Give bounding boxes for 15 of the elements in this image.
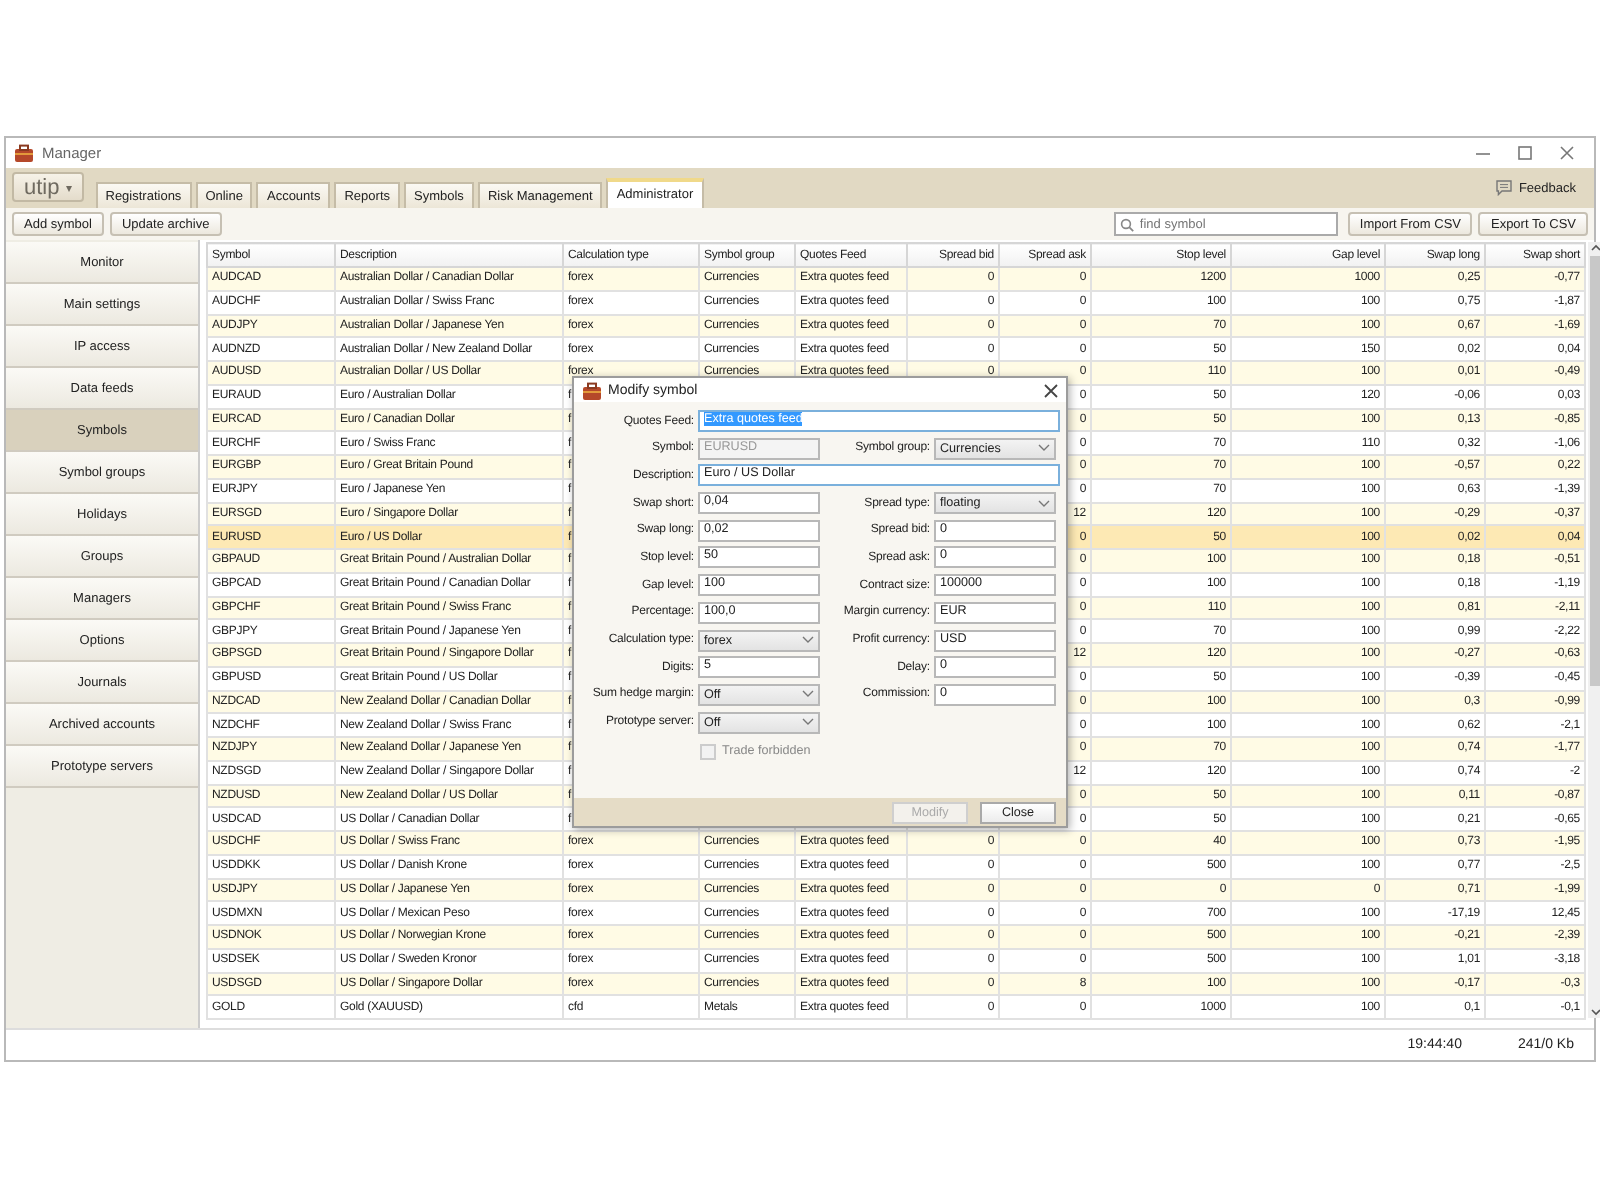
caret-icon xyxy=(1038,444,1050,453)
caret-icon xyxy=(802,636,814,644)
scrollbar[interactable] xyxy=(1588,242,1600,1018)
chat-icon xyxy=(1496,180,1513,196)
scroll-up-icon[interactable] xyxy=(1590,242,1600,254)
caret-icon xyxy=(802,718,814,727)
caret-icon xyxy=(1038,499,1050,508)
briefcase-icon xyxy=(582,381,602,399)
maximize-icon[interactable] xyxy=(1518,146,1532,160)
caret-icon xyxy=(802,690,814,699)
close-icon[interactable] xyxy=(1560,146,1574,160)
search-icon xyxy=(1119,218,1134,232)
scroll-down-icon[interactable] xyxy=(1590,1006,1600,1018)
briefcase-icon xyxy=(14,144,34,162)
close-icon[interactable] xyxy=(1044,383,1058,397)
